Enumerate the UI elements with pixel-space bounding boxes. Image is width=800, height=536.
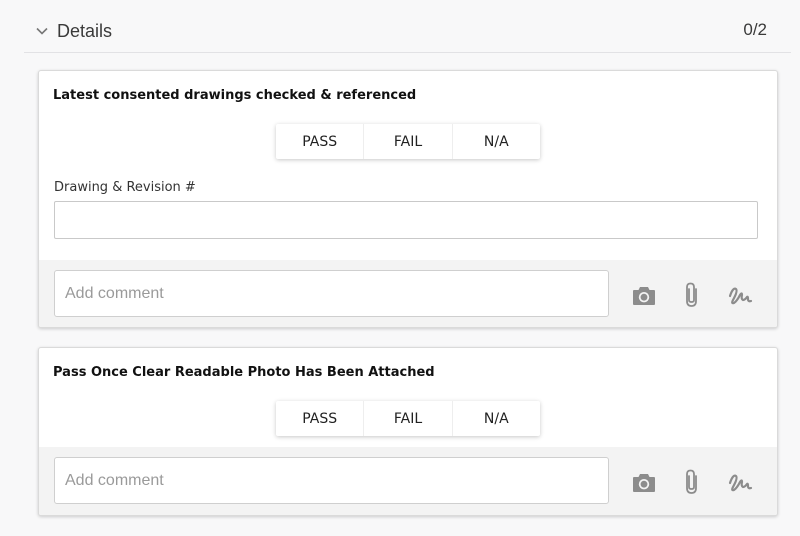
result-selector: PASS FAIL N/A — [276, 401, 540, 436]
comment-input[interactable] — [54, 457, 609, 504]
na-button[interactable]: N/A — [451, 401, 540, 436]
inspection-item-card: Latest consented drawings checked & refe… — [38, 70, 778, 328]
inspection-item-card: Pass Once Clear Readable Photo Has Been … — [38, 347, 778, 516]
pass-button[interactable]: PASS — [276, 401, 363, 436]
section-progress-count: 0/2 — [743, 20, 767, 39]
na-button[interactable]: N/A — [451, 124, 540, 159]
fail-button[interactable]: FAIL — [363, 401, 451, 436]
camera-icon[interactable] — [631, 469, 657, 495]
drawing-revision-label: Drawing & Revision # — [54, 180, 196, 195]
comment-bar — [39, 447, 777, 515]
chevron-down-icon — [36, 27, 48, 35]
fail-button[interactable]: FAIL — [363, 124, 451, 159]
signature-icon[interactable] — [727, 469, 753, 495]
paperclip-icon[interactable] — [679, 282, 705, 308]
item-title: Pass Once Clear Readable Photo Has Been … — [53, 365, 435, 380]
comment-input[interactable] — [54, 270, 609, 317]
item-title: Latest consented drawings checked & refe… — [53, 88, 417, 103]
camera-icon[interactable] — [631, 282, 657, 308]
drawing-revision-input[interactable] — [54, 201, 758, 239]
paperclip-icon[interactable] — [679, 469, 705, 495]
result-selector: PASS FAIL N/A — [276, 124, 540, 159]
pass-button[interactable]: PASS — [276, 124, 363, 159]
section-title: Details — [57, 21, 113, 41]
comment-bar — [39, 260, 777, 327]
signature-icon[interactable] — [727, 282, 753, 308]
details-section-header[interactable]: Details 0/2 — [24, 12, 791, 53]
